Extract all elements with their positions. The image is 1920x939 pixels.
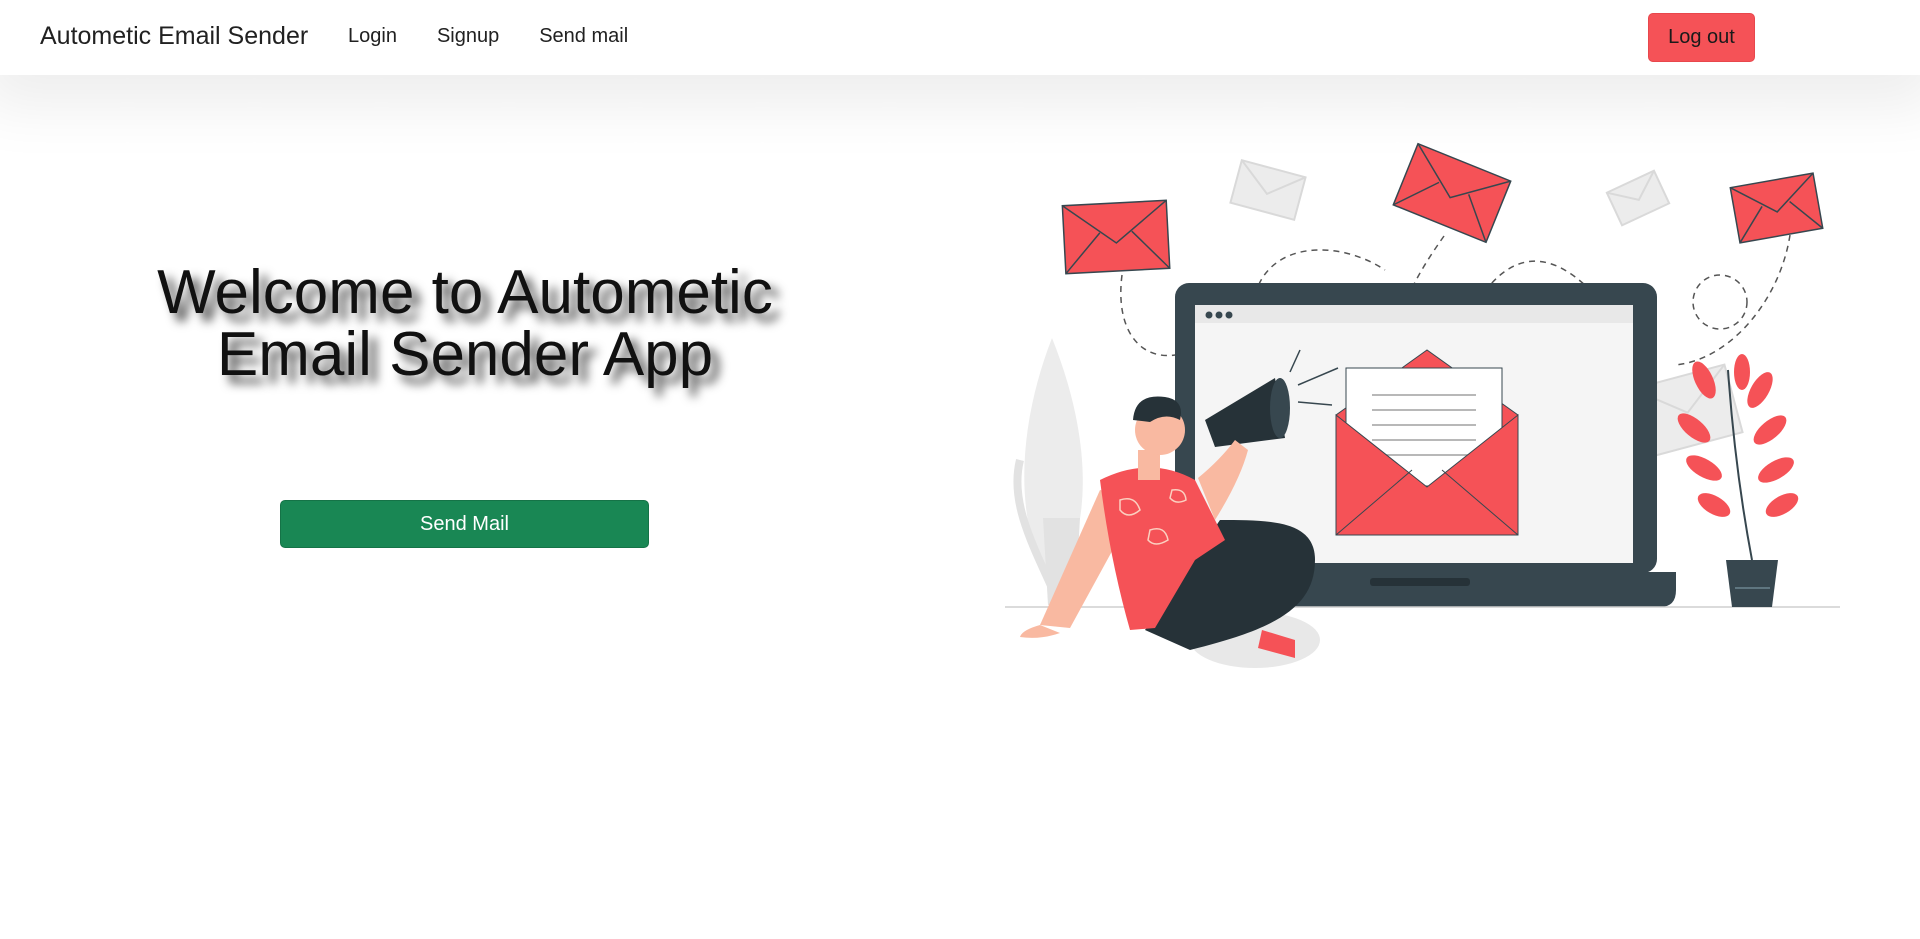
logout-button[interactable]: Log out: [1648, 13, 1755, 62]
envelope-icon: [1335, 349, 1519, 536]
nav-link-send-mail[interactable]: Send mail: [539, 25, 628, 48]
nav-link-login[interactable]: Login: [348, 25, 397, 48]
brand-link[interactable]: Autometic Email Sender: [40, 22, 308, 51]
nav-links: Login Signup Send mail: [348, 25, 628, 48]
send-mail-button[interactable]: Send Mail: [280, 500, 649, 548]
navbar: Autometic Email Sender Login Signup Send…: [0, 0, 1920, 75]
hero-title: Welcome to Autometic Email Sender App: [157, 258, 773, 389]
red-envelope-icon: [1061, 142, 1824, 275]
nav-link-signup[interactable]: Signup: [437, 25, 499, 48]
email-marketing-illustration: [1005, 142, 1840, 668]
